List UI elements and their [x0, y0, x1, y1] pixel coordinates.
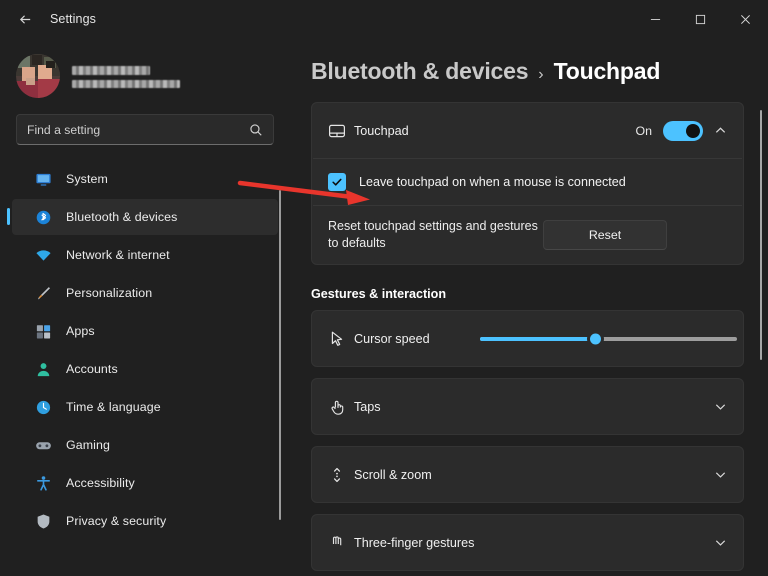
- cursor-speed-card: Cursor speed: [311, 310, 744, 367]
- tap-hand-icon: [328, 398, 354, 416]
- touchpad-icon: [328, 122, 354, 140]
- sidebar-item-system[interactable]: System: [12, 161, 278, 197]
- sidebar-item-label: Gaming: [66, 438, 110, 452]
- search-box[interactable]: [16, 114, 274, 145]
- touchpad-toggle[interactable]: [663, 120, 703, 141]
- sidebar-item-label: Privacy & security: [66, 514, 167, 528]
- chevron-up-icon[interactable]: [714, 124, 727, 137]
- accessibility-icon: [34, 474, 52, 492]
- sidebar-item-label: Personalization: [66, 286, 153, 300]
- sidebar-item-label: Network & internet: [66, 248, 170, 262]
- gamepad-icon: [34, 436, 52, 454]
- taps-card: Taps: [311, 378, 744, 435]
- touchpad-toggle-row[interactable]: Touchpad On: [312, 103, 743, 158]
- window-controls: [633, 0, 768, 38]
- shield-icon: [34, 512, 52, 530]
- minimize-icon: [650, 18, 661, 20]
- sidebar-item-apps[interactable]: Apps: [12, 313, 278, 349]
- taps-row[interactable]: Taps: [312, 379, 743, 434]
- sidebar-item-label: Accounts: [66, 362, 118, 376]
- cursor-speed-slider-wrap: [480, 330, 737, 347]
- title-bar: Settings: [0, 0, 768, 38]
- person-icon: [34, 360, 52, 378]
- reset-button[interactable]: Reset: [543, 220, 667, 250]
- three-finger-gestures-label: Three-finger gestures: [354, 535, 475, 550]
- chevron-down-icon[interactable]: [714, 400, 727, 413]
- sidebar-item-label: Accessibility: [66, 476, 135, 490]
- sidebar-item-network-internet[interactable]: Network & internet: [12, 237, 278, 273]
- leave-touchpad-on-row[interactable]: Leave touchpad on when a mouse is connec…: [312, 159, 743, 205]
- reset-touchpad-row: Reset touchpad settings and gestures to …: [312, 206, 743, 264]
- apps-icon: [34, 322, 52, 340]
- account-email-redacted: [72, 80, 180, 88]
- sidebar: System Bluetooth & devices Network & int…: [0, 38, 290, 576]
- main-scrollbar[interactable]: [760, 110, 762, 360]
- close-button[interactable]: [723, 0, 768, 38]
- wifi-icon: [34, 246, 52, 264]
- sidebar-item-accounts[interactable]: Accounts: [12, 351, 278, 387]
- bluetooth-icon: [34, 208, 52, 226]
- maximize-button[interactable]: [678, 0, 723, 38]
- account-name-redacted: [72, 66, 150, 75]
- breadcrumb-parent[interactable]: Bluetooth & devices: [311, 58, 528, 85]
- sidebar-item-label: Time & language: [66, 400, 161, 414]
- main-content: Bluetooth & devices › Touchpad Touchpad …: [290, 38, 768, 576]
- cursor-speed-label: Cursor speed: [354, 331, 430, 346]
- cursor-speed-row[interactable]: Cursor speed: [312, 311, 743, 366]
- sidebar-item-label: Bluetooth & devices: [66, 210, 178, 224]
- back-arrow-icon: [19, 14, 30, 24]
- touchpad-toggle-group: On: [635, 120, 727, 141]
- gestures-section-title: Gestures & interaction: [311, 287, 447, 301]
- reset-description: Reset touchpad settings and gestures to …: [328, 218, 538, 250]
- touchpad-card: Touchpad On Leave touchpad on when a mou…: [311, 102, 744, 265]
- sidebar-nav: System Bluetooth & devices Network & int…: [0, 161, 290, 539]
- sidebar-item-time-language[interactable]: Time & language: [12, 389, 278, 425]
- settings-window: Settings Find a setting System Bluetooth…: [0, 0, 768, 576]
- clock-icon: [34, 398, 52, 416]
- back-button[interactable]: [8, 4, 42, 34]
- sidebar-item-accessibility[interactable]: Accessibility: [12, 465, 278, 501]
- touchpad-toggle-state: On: [635, 123, 652, 138]
- minimize-button[interactable]: [633, 0, 678, 38]
- three-finger-icon: [328, 534, 354, 552]
- search-input[interactable]: [27, 122, 249, 137]
- sidebar-item-personalization[interactable]: Personalization: [12, 275, 278, 311]
- cursor-speed-slider-thumb[interactable]: [587, 330, 605, 347]
- touchpad-label: Touchpad: [354, 123, 409, 138]
- account-row[interactable]: [0, 38, 290, 100]
- sidebar-item-label: System: [66, 172, 108, 186]
- sidebar-item-label: Apps: [66, 324, 95, 338]
- sidebar-item-gaming[interactable]: Gaming: [12, 427, 278, 463]
- chevron-down-icon[interactable]: [714, 468, 727, 481]
- page-title: Touchpad: [553, 58, 661, 84]
- scroll-zoom-row[interactable]: Scroll & zoom: [312, 447, 743, 502]
- paintbrush-icon: [34, 284, 52, 302]
- taps-label: Taps: [354, 399, 381, 414]
- scroll-updown-icon: [328, 466, 354, 484]
- chevron-down-icon[interactable]: [714, 536, 727, 549]
- account-identity: [72, 64, 180, 88]
- search-icon: [249, 123, 263, 137]
- sidebar-scrollbar[interactable]: [279, 190, 281, 520]
- three-finger-gestures-row[interactable]: Three-finger gestures: [312, 515, 743, 570]
- breadcrumb-separator-icon: ›: [538, 66, 544, 83]
- display-icon: [34, 170, 52, 188]
- cursor-speed-slider[interactable]: [480, 330, 737, 347]
- breadcrumb: Bluetooth & devices › Touchpad: [290, 38, 768, 85]
- avatar: [16, 54, 60, 98]
- checkmark-icon: [332, 178, 342, 186]
- close-icon: [741, 14, 750, 24]
- window-title: Settings: [50, 12, 96, 26]
- leave-touchpad-on-label: Leave touchpad on when a mouse is connec…: [359, 175, 626, 189]
- maximize-icon: [695, 14, 706, 24]
- sidebar-item-privacy-security[interactable]: Privacy & security: [12, 503, 278, 539]
- scroll-zoom-label: Scroll & zoom: [354, 467, 432, 482]
- sidebar-item-bluetooth-devices[interactable]: Bluetooth & devices: [7, 199, 278, 235]
- three-finger-gestures-card: Three-finger gestures: [311, 514, 744, 571]
- scroll-zoom-card: Scroll & zoom: [311, 446, 744, 503]
- leave-touchpad-on-checkbox[interactable]: [328, 173, 346, 191]
- cursor-arrow-icon: [328, 330, 354, 348]
